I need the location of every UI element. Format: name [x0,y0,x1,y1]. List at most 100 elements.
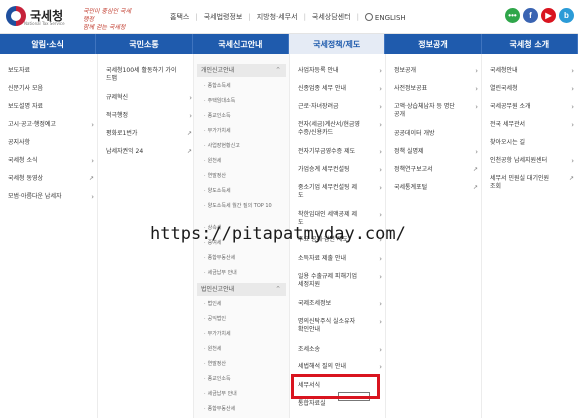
menu-item[interactable]: 규제혁신 › [106,94,192,102]
submenu-item[interactable]: 종교인소득 [204,376,282,383]
submenu-item[interactable]: 부가가치세 [204,128,282,135]
external-link-icon: ↗ [186,130,192,137]
menu-item[interactable]: 국세공무원 소개 › [490,103,574,111]
menu-item[interactable]: 평화로1번가 ↗ [106,130,192,138]
chevron-right-icon: › [379,166,382,174]
chevron-right-icon: › [571,121,574,129]
nav-communication[interactable]: 국민소통 [96,34,193,54]
menu-item[interactable]: 근로·자녀장려금 › [298,103,382,111]
menu-item-label: 국세청 소식 [8,157,38,164]
menu-item[interactable]: 중소기업 세무컨설팅 제도 › [298,184,382,200]
menu-item[interactable]: 찾아오시는 길 [490,139,564,147]
submenu-item[interactable]: 사업장현황신고 [204,143,282,150]
util-hometax[interactable]: 홈택스 [170,12,189,22]
chevron-right-icon: › [475,67,478,75]
menu-item[interactable]: 조세소송 › [298,346,382,354]
slogan: 국민이 중심인 국세행정 함께 걷는 국세청 [83,8,135,32]
submenu-item[interactable]: 양도소득세 [204,188,282,195]
menu-item[interactable]: 정책연구보고서 ↗ [394,166,478,174]
menu-item[interactable]: 보도자료 [8,67,90,75]
chevron-right-icon: › [379,255,382,263]
submenu-item[interactable]: 연말정산 [204,361,282,368]
menu-item[interactable]: 사업자등록 안내 › [298,67,382,75]
social-links: ••• f ▶ b [505,8,574,23]
menu-item-label: 정보공개 [394,67,417,74]
corp-filing-header[interactable]: 법인신고안내 ⌃ [197,283,286,296]
submenu-item[interactable]: 세금납부 안내 [204,270,282,277]
menu-item[interactable]: 보도설명 자료 [8,103,90,111]
submenu-item[interactable]: 종교인소득 [204,113,282,120]
menu-item[interactable]: 전국 세무관서 › [490,121,574,129]
submenu-item[interactable]: 종합부동산세 [204,406,282,413]
menu-item-label: 사전정보공표 [394,85,428,92]
menu-item[interactable]: 적극행정 › [106,112,192,120]
menu-item-label: 전자기부금영수증 제도 [298,148,356,155]
nav-news[interactable]: 알림·소식 [0,34,97,54]
util-call-center[interactable]: 국세상담센터 [312,12,351,22]
submenu-item[interactable]: 원천세 [204,346,282,353]
menu-item[interactable]: 가업승계 세무컨설팅 › [298,166,382,174]
nav-tax-policy[interactable]: 국세정책/제도 [288,34,386,54]
submenu-item[interactable]: 양도소득세 월간 질의 TOP 10 [204,203,276,210]
menu-item[interactable]: 일용 수출규제 피해기업 세정지원 › [298,273,382,289]
menu-item-label: 전자(세금)계산서/현금영수증/신용카드 [298,121,360,136]
menu-item-label: 신종업종 세무 안내 [298,85,346,92]
menu-item[interactable]: 소득자료 제출 안내 › [298,255,382,263]
menu-item[interactable]: 세무서 민원실 대기인원조회 ↗ [490,175,574,191]
menu-item[interactable]: 공지사항 [8,139,90,147]
menu-item[interactable]: 국세청안내 › [490,67,574,75]
menu-item[interactable]: 신문기사 모음 [8,85,90,93]
submenu-item[interactable]: 연말정산 [204,173,282,180]
menu-item[interactable]: 전자(세금)계산서/현금영수증/신용카드 › [298,121,382,137]
menu-item[interactable]: 모범·아름다운 납세자 › [8,193,94,201]
menu-item[interactable]: 명의신탁주식 실소유자 확인안내 › [298,318,382,334]
util-english[interactable]: ENGLISH [364,12,406,22]
chevron-right-icon: › [571,157,574,165]
submenu-item[interactable]: 종합부동산세 [204,255,282,262]
nav-tax-filing[interactable]: 국세신고안내 [193,34,289,54]
personal-filing-header[interactable]: 개인신고안내 ⌃ [197,64,286,77]
menu-item[interactable]: 국제조세정보 › [298,300,382,308]
menu-item[interactable]: 정책 실명제 › [394,148,478,156]
menu-item-label: 납세자권익 24 [106,148,144,155]
submenu-item[interactable]: 원천세 [204,158,282,165]
menu-item[interactable]: 국세청 동영상 ↗ [8,175,94,183]
menu-item[interactable]: 납세자권익 24 ↗ [106,148,192,156]
globe-icon [364,12,373,21]
chat-icon[interactable]: ••• [505,8,520,23]
submenu-item[interactable]: 주택임대소득 [204,98,282,105]
menu-item[interactable]: 열린국세청 › [490,85,574,93]
menu-item[interactable]: 국세청100세 활동하기 가이드맵 [106,67,178,83]
menu-item[interactable]: 신종업종 세무 안내 › [298,85,382,93]
menu-item-label: 가업승계 세무컨설팅 [298,166,350,173]
menu-item[interactable]: 국세청 소식 › [8,157,94,165]
util-law-info[interactable]: 국세법령정보 [204,12,243,22]
menu-item[interactable]: 통합자료실 [298,400,372,408]
main-nav: 알림·소식 국민소통 국세신고안내 국세정책/제도 정보공개 국세청 소개 [0,34,578,54]
submenu-item[interactable]: 종합소득세 [204,83,282,90]
submenu-item[interactable]: 세금납부 안내 [204,391,282,398]
youtube-icon[interactable]: ▶ [541,8,556,23]
nav-info-disclosure[interactable]: 정보공개 [385,34,482,54]
submenu-item[interactable]: 공익법인 [204,316,282,323]
menu-item[interactable]: 정보공개 › [394,67,478,75]
nts-emblem-icon [6,6,26,26]
menu-item[interactable]: 고시·공고·행정예고 › [8,121,94,129]
submenu-item[interactable]: 법인세 [204,301,282,308]
facebook-icon[interactable]: f [523,8,538,23]
highlight-box [291,374,380,399]
chevron-right-icon: › [379,211,382,219]
menu-item-label: 세무서 민원실 대기인원조회 [490,175,550,190]
menu-item[interactable]: 국세통계포털 ↗ [394,184,478,192]
menu-item[interactable]: 인천공항 납세지원센터 › [490,157,574,165]
menu-item-label: 열린국세청 [490,85,518,92]
menu-item[interactable]: 고액·상습체납자 등 명단 공개 › [394,103,478,119]
nav-about[interactable]: 국세청 소개 [482,34,578,54]
submenu-item[interactable]: 부가가치세 [204,331,282,338]
menu-item[interactable]: 세법해석 질의 안내 › [298,363,382,371]
menu-item[interactable]: 사전정보공표 › [394,85,478,93]
util-offices[interactable]: 지방청·세무서 [257,12,298,22]
menu-item[interactable]: 전자기부금영수증 제도 › [298,148,382,156]
menu-item[interactable]: 공공데이터 개방 [394,130,468,138]
blog-icon[interactable]: b [559,8,574,23]
